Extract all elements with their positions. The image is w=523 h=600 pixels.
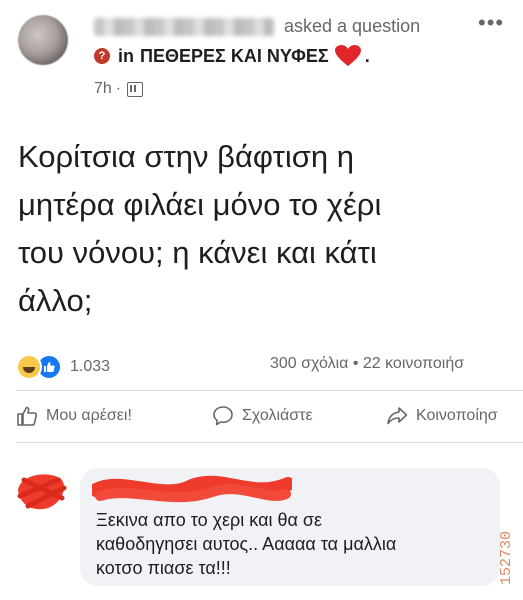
heart-icon (334, 45, 361, 66)
comments-shares-count[interactable]: 300 σχόλια • 22 κοινοποιήσ (270, 355, 464, 373)
comment-label: Σχολιάστε (242, 407, 313, 424)
thumbs-up-icon (17, 406, 38, 426)
divider-bottom (16, 442, 523, 443)
in-label: in (118, 45, 134, 66)
group-name-link[interactable]: ΠΕΘΕΡΕΣ ΚΑΙ ΝΥΦΕΣ (140, 46, 329, 67)
comment-button[interactable]: Σχολιάστε (212, 405, 313, 427)
group-audience-icon (127, 81, 144, 97)
author-avatar[interactable] (18, 15, 68, 65)
asked-question-text: asked a question (284, 16, 421, 36)
divider-top (16, 390, 523, 391)
haha-reaction-icon (16, 354, 42, 380)
author-name-redacted[interactable] (94, 18, 274, 36)
like-button[interactable]: Μου αρέσει! (16, 405, 132, 427)
watermark-number: 152730 (498, 531, 515, 586)
question-badge-icon: ? (94, 48, 110, 64)
post-time[interactable]: 7h (94, 80, 112, 98)
comment-bubble-icon (213, 406, 233, 426)
post-meta: 7h · (94, 80, 144, 98)
reaction-count: 1.033 (70, 358, 111, 375)
group-line: ? in ΠΕΘΕΡΕΣ ΚΑΙ ΝΥΦΕΣ . (94, 45, 376, 67)
post-text: Κορίτσια στην βάφτιση η μητέρα φιλάει μό… (18, 139, 382, 318)
share-label: Κοινοποίησ (416, 407, 498, 424)
commenter-name-redacted[interactable] (92, 472, 292, 508)
comment-text: Ξεκινα απο το χερι και θα σε καθοδηγησει… (96, 510, 397, 578)
like-label: Μου αρέσει! (46, 407, 132, 424)
share-button[interactable]: Κοινοποίησ (386, 405, 498, 427)
time-separator: · (115, 80, 122, 97)
post-page: asked a question ••• ? in ΠΕΘΕΡΕΣ ΚΑΙ ΝΥ… (0, 0, 523, 600)
more-dots-icon[interactable]: ••• (478, 10, 504, 36)
reactions-summary[interactable]: 1.033 (16, 354, 110, 380)
share-arrow-icon (387, 407, 408, 425)
commenter-avatar-redacted[interactable] (14, 468, 68, 512)
group-suffix: . (364, 45, 370, 66)
